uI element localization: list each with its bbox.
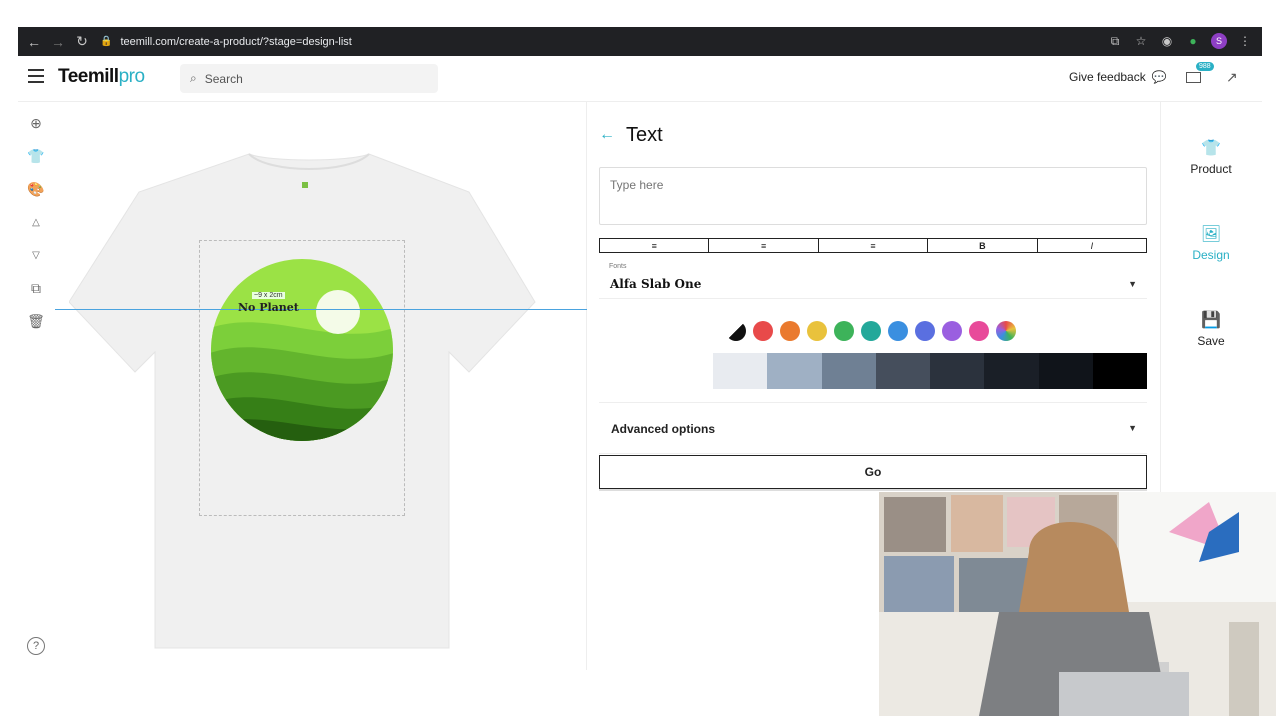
browser-actions: ⧉ ☆ ◉ ● S ⋮ — [1104, 29, 1256, 53]
text-format-toolbar: ≡ ≡ ≡ B I — [599, 238, 1148, 253]
camera-extension-icon[interactable]: ◉ — [1156, 29, 1178, 53]
image-icon: 🖼 — [1200, 226, 1222, 243]
extension-icon[interactable]: ● — [1182, 29, 1204, 53]
back-nav-icon[interactable]: ← — [22, 30, 46, 54]
back-arrow-icon[interactable]: ← — [599, 126, 615, 144]
logo-suffix: pro — [118, 66, 145, 87]
alignment-guide-line — [55, 309, 587, 310]
shade-7[interactable] — [1038, 353, 1093, 389]
shade-6[interactable] — [984, 353, 1039, 389]
logo[interactable]: Teemillpro — [58, 66, 145, 88]
trash-icon[interactable]: 🗑 — [25, 310, 47, 332]
give-feedback-button[interactable]: Give feedback 💬 — [1069, 70, 1167, 84]
align-right-button[interactable]: ≡ — [817, 238, 928, 253]
palette-icon[interactable]: 🎨 — [25, 178, 47, 200]
swatch-purple[interactable] — [942, 321, 962, 341]
panel-title: Text — [626, 124, 663, 146]
shade-5[interactable] — [930, 353, 985, 389]
color-swatches — [726, 321, 1016, 341]
font-caption: Fonts — [609, 263, 627, 270]
swatch-pink[interactable] — [969, 321, 989, 341]
shade-4[interactable] — [875, 353, 931, 389]
swatch-orange[interactable] — [780, 321, 800, 341]
search-label: Search — [204, 71, 243, 86]
address-bar[interactable]: 🔒 teemill.com/create-a-product/?stage=de… — [100, 36, 352, 48]
bold-button[interactable]: B — [927, 238, 1037, 253]
hamburger-menu-icon[interactable] — [28, 69, 44, 83]
advanced-options-label: Advanced options — [611, 422, 716, 436]
zoom-in-icon[interactable]: ⊕ — [25, 112, 47, 134]
font-select[interactable]: Fonts Alfa Slab One ▼ — [599, 263, 1147, 299]
chevron-down-icon: ▼ — [1128, 279, 1137, 289]
mail-button[interactable]: 988 — [1186, 62, 1214, 88]
swatch-yellow[interactable] — [807, 321, 827, 341]
planet-artwork[interactable] — [210, 258, 394, 442]
open-external-icon[interactable]: ⧉ — [1104, 29, 1126, 53]
swatch-red[interactable] — [753, 321, 773, 341]
menu-dots-icon[interactable]: ⋮ — [1234, 29, 1256, 53]
tshirt-icon: 👕 — [1201, 140, 1221, 157]
text-input[interactable] — [599, 167, 1147, 225]
mail-badge: 988 — [1196, 62, 1214, 71]
chevron-down-icon: ▼ — [1128, 423, 1137, 433]
shade-1[interactable] — [713, 353, 768, 389]
browser-toolbar: ← → ↻ 🔒 teemill.com/create-a-product/?st… — [18, 27, 1262, 56]
help-icon[interactable]: ? — [27, 637, 45, 655]
tshirt-outline-icon[interactable]: 👕 — [25, 145, 47, 167]
app-header: Teemillpro ⌕ Search Give feedback 💬 988 … — [18, 56, 1262, 102]
nav-product-label: Product — [1190, 162, 1232, 176]
shade-2[interactable] — [767, 353, 822, 389]
save-icon: 💾 — [1201, 312, 1221, 329]
swatch-rainbow[interactable] — [996, 321, 1016, 341]
webcam-overlay — [879, 492, 1276, 716]
nav-design[interactable]: 🖼 Design — [1161, 224, 1261, 262]
forward-nav-icon[interactable]: → — [46, 30, 70, 54]
profile-avatar[interactable]: S — [1208, 29, 1230, 53]
shade-0[interactable] — [659, 353, 714, 389]
swatch-indigo[interactable] — [915, 321, 935, 341]
layer-down-icon[interactable]: ▽ — [25, 244, 47, 266]
nav-save[interactable]: 💾 Save — [1161, 310, 1261, 348]
canvas-toolbar: ⊕ 👕 🎨 △ ▽ ⧉ 🗑 — [25, 112, 49, 343]
chat-bubble-icon: 💬 — [1151, 70, 1167, 84]
italic-button[interactable]: I — [1036, 238, 1148, 253]
go-button[interactable]: Go — [599, 455, 1147, 489]
feedback-label: Give feedback — [1069, 70, 1146, 84]
swatch-black[interactable] — [726, 321, 746, 341]
nav-product[interactable]: 👕 Product — [1161, 138, 1261, 176]
nav-design-label: Design — [1192, 248, 1230, 262]
duplicate-icon[interactable]: ⧉ — [25, 277, 47, 299]
advanced-options-toggle[interactable]: Advanced options ▼ — [599, 402, 1147, 454]
nav-save-label: Save — [1197, 334, 1225, 348]
design-canvas[interactable]: ~9 x 2cm No Planet — [55, 102, 587, 670]
url-text: teemill.com/create-a-product/?stage=desi… — [120, 35, 352, 48]
font-value: Alfa Slab One — [610, 277, 702, 291]
lock-icon: 🔒 — [100, 36, 113, 47]
align-center-button[interactable]: ≡ — [708, 238, 818, 253]
dimension-label: ~9 x 2cm — [252, 292, 285, 299]
mail-icon — [1186, 72, 1201, 83]
external-link-icon[interactable]: ↗ — [1226, 69, 1242, 85]
search-icon: ⌕ — [190, 71, 197, 85]
align-left-button[interactable]: ≡ — [599, 238, 709, 253]
shade-3[interactable] — [821, 353, 876, 389]
layer-up-icon[interactable]: △ — [25, 211, 47, 233]
logo-main: Teemill — [58, 66, 119, 87]
screen: ← → ↻ 🔒 teemill.com/create-a-product/?st… — [0, 0, 1280, 720]
swatch-teal[interactable] — [861, 321, 881, 341]
reload-icon[interactable]: ↻ — [70, 30, 94, 54]
swatch-green[interactable] — [834, 321, 854, 341]
shade-8[interactable] — [1092, 353, 1147, 389]
canvas-text-element[interactable]: No Planet — [238, 301, 299, 314]
shade-picker — [659, 353, 1147, 389]
swatch-blue[interactable] — [888, 321, 908, 341]
star-icon[interactable]: ☆ — [1130, 29, 1152, 53]
search-input[interactable]: ⌕ Search — [180, 64, 438, 93]
